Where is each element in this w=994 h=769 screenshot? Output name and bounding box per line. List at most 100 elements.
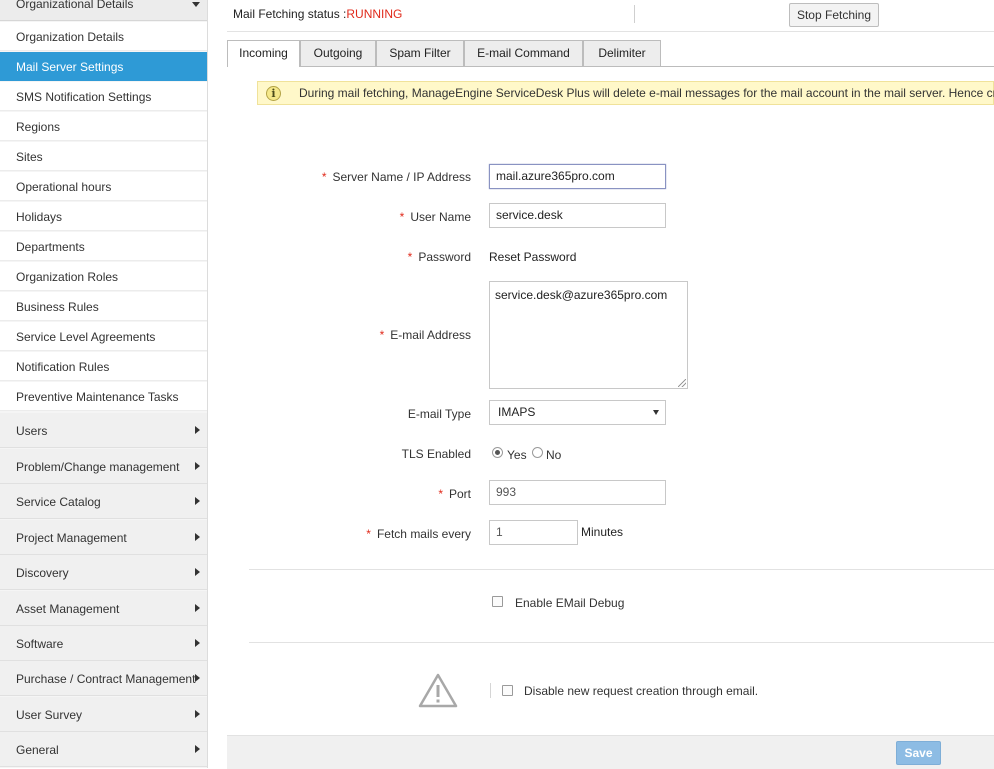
user-name-label: * User Name bbox=[400, 210, 471, 224]
sidebar-item-label: Departments bbox=[16, 240, 85, 254]
field-label: Fetch mails every bbox=[376, 527, 471, 541]
field-label: Port bbox=[448, 487, 471, 501]
sidebar-category-label: Project Management bbox=[16, 531, 127, 545]
sidebar-item-label: Notification Rules bbox=[16, 360, 110, 374]
sidebar-item-label: Sites bbox=[16, 150, 43, 164]
sidebar-category-label: Problem/Change management bbox=[16, 460, 180, 474]
disable-new-request-checkbox[interactable] bbox=[502, 685, 513, 696]
sidebar-item-preventive-maintenance-tasks[interactable]: Preventive Maintenance Tasks bbox=[0, 382, 207, 411]
port-input[interactable]: 993 bbox=[489, 480, 666, 505]
sidebar-category-label: Service Catalog bbox=[16, 495, 101, 509]
sidebar-item-service-level-agreements[interactable]: Service Level Agreements bbox=[0, 322, 207, 351]
sidebar-item-label: Service Level Agreements bbox=[16, 330, 156, 344]
sidebar-item-label: Holidays bbox=[16, 210, 63, 224]
sidebar-category-purchase-contract[interactable]: Purchase / Contract Management bbox=[0, 661, 207, 696]
sidebar-item-business-rules[interactable]: Business Rules bbox=[0, 292, 207, 321]
sidebar-category-label: User Survey bbox=[16, 708, 83, 722]
status-value: RUNNING bbox=[346, 7, 403, 21]
sidebar-item-organization-roles[interactable]: Organization Roles bbox=[0, 262, 207, 291]
enable-email-debug-checkbox[interactable] bbox=[492, 596, 503, 607]
sidebar-item-label: Regions bbox=[16, 120, 61, 134]
tab-spam-filter[interactable]: Spam Filter bbox=[376, 40, 464, 66]
sidebar-item-sms-notification-settings[interactable]: SMS Notification Settings bbox=[0, 82, 207, 111]
chevron-right-icon bbox=[195, 533, 200, 541]
divider bbox=[490, 683, 491, 698]
fetch-interval-input[interactable]: 1 bbox=[489, 520, 578, 545]
sidebar-item-notification-rules[interactable]: Notification Rules bbox=[0, 352, 207, 381]
email-address-textarea[interactable]: service.desk@azure365pro.com bbox=[489, 281, 688, 389]
sidebar-item-regions[interactable]: Regions bbox=[0, 112, 207, 141]
sidebar-item-label: Operational hours bbox=[16, 180, 112, 194]
sidebar-item-organization-details[interactable]: Organization Details bbox=[0, 22, 207, 51]
tab-outgoing[interactable]: Outgoing bbox=[300, 40, 376, 66]
email-address-value: service.desk@azure365pro.com bbox=[495, 288, 668, 302]
field-label: User Name bbox=[410, 210, 471, 224]
sidebar-category-label: General bbox=[16, 743, 59, 757]
chevron-right-icon bbox=[195, 568, 200, 576]
reset-password-link[interactable]: Reset Password bbox=[489, 250, 576, 264]
resize-handle[interactable] bbox=[678, 379, 686, 387]
email-type-select[interactable]: IMAPS bbox=[489, 400, 666, 425]
chevron-right-icon bbox=[195, 710, 200, 718]
user-name-input[interactable]: service.desk bbox=[489, 203, 666, 228]
sidebar-section-header[interactable]: Organizational Details bbox=[0, 0, 207, 21]
chevron-right-icon bbox=[195, 426, 200, 434]
tls-yes-radio[interactable] bbox=[492, 447, 503, 458]
sidebar-category-project-management[interactable]: Project Management bbox=[0, 520, 207, 555]
divider bbox=[634, 5, 635, 23]
fetch-interval-unit: Minutes bbox=[581, 525, 624, 539]
save-button[interactable]: Save bbox=[896, 741, 941, 765]
main-panel: Mail Fetching status :RUNNING Stop Fetch… bbox=[227, 0, 994, 769]
tab-delimiter[interactable]: Delimiter bbox=[583, 40, 661, 66]
fetch-interval-label: * Fetch mails every bbox=[366, 527, 471, 541]
status-bar: Mail Fetching status :RUNNING Stop Fetch… bbox=[227, 0, 994, 32]
tab-email-command[interactable]: E-mail Command bbox=[464, 40, 583, 66]
email-type-value: IMAPS bbox=[498, 405, 536, 419]
enable-email-debug-label: Enable EMail Debug bbox=[515, 596, 625, 610]
mail-fetching-status: Mail Fetching status :RUNNING bbox=[233, 7, 402, 21]
required-mark: * bbox=[407, 250, 413, 264]
footer-bar: Save bbox=[227, 735, 994, 769]
sidebar-section-title: Organizational Details bbox=[16, 0, 134, 11]
field-label: Password bbox=[418, 250, 471, 264]
field-label: E-mail Address bbox=[390, 328, 471, 342]
required-mark: * bbox=[321, 170, 327, 184]
sidebar-category-user-survey[interactable]: User Survey bbox=[0, 697, 207, 732]
port-label: * Port bbox=[438, 487, 471, 501]
divider bbox=[249, 642, 994, 643]
sidebar-category-asset-management[interactable]: Asset Management bbox=[0, 591, 207, 626]
tls-no-radio[interactable] bbox=[532, 447, 543, 458]
divider bbox=[249, 569, 994, 570]
tab-incoming[interactable]: Incoming bbox=[227, 40, 300, 67]
sidebar-category-problem-change[interactable]: Problem/Change management bbox=[0, 449, 207, 484]
required-mark: * bbox=[438, 487, 443, 501]
sidebar-category-users[interactable]: Users bbox=[0, 413, 207, 448]
sidebar-item-label: SMS Notification Settings bbox=[16, 90, 152, 104]
required-mark: * bbox=[366, 527, 371, 541]
password-label: * Password bbox=[408, 250, 471, 264]
sidebar-item-label: Organization Details bbox=[16, 30, 125, 44]
sidebar-category-service-catalog[interactable]: Service Catalog bbox=[0, 484, 207, 519]
sidebar-category-label: Asset Management bbox=[16, 602, 120, 616]
sidebar-category-discovery[interactable]: Discovery bbox=[0, 555, 207, 590]
sidebar-item-operational-hours[interactable]: Operational hours bbox=[0, 172, 207, 201]
chevron-right-icon bbox=[195, 497, 200, 505]
sidebar-category-general[interactable]: General bbox=[0, 732, 207, 767]
status-label: Mail Fetching status : bbox=[233, 7, 347, 21]
required-mark: * bbox=[399, 210, 405, 224]
chevron-right-icon bbox=[195, 745, 200, 753]
sidebar-item-holidays[interactable]: Holidays bbox=[0, 202, 207, 231]
sidebar-item-departments[interactable]: Departments bbox=[0, 232, 207, 261]
sidebar-category-label: Software bbox=[16, 637, 64, 651]
server-name-label: * Server Name / IP Address bbox=[322, 170, 471, 184]
server-name-input[interactable]: mail.azure365pro.com bbox=[489, 164, 666, 189]
stop-fetching-button[interactable]: Stop Fetching bbox=[789, 3, 879, 27]
sidebar-item-sites[interactable]: Sites bbox=[0, 142, 207, 171]
sidebar-item-mail-server-settings[interactable]: Mail Server Settings bbox=[0, 52, 207, 81]
sidebar-category-label: Purchase / Contract Management bbox=[16, 672, 196, 686]
chevron-right-icon bbox=[195, 604, 200, 612]
tls-yes-label: Yes bbox=[507, 448, 527, 462]
tls-enabled-label: TLS Enabled bbox=[401, 447, 471, 461]
chevron-right-icon bbox=[195, 674, 200, 682]
sidebar-category-software[interactable]: Software bbox=[0, 626, 207, 661]
